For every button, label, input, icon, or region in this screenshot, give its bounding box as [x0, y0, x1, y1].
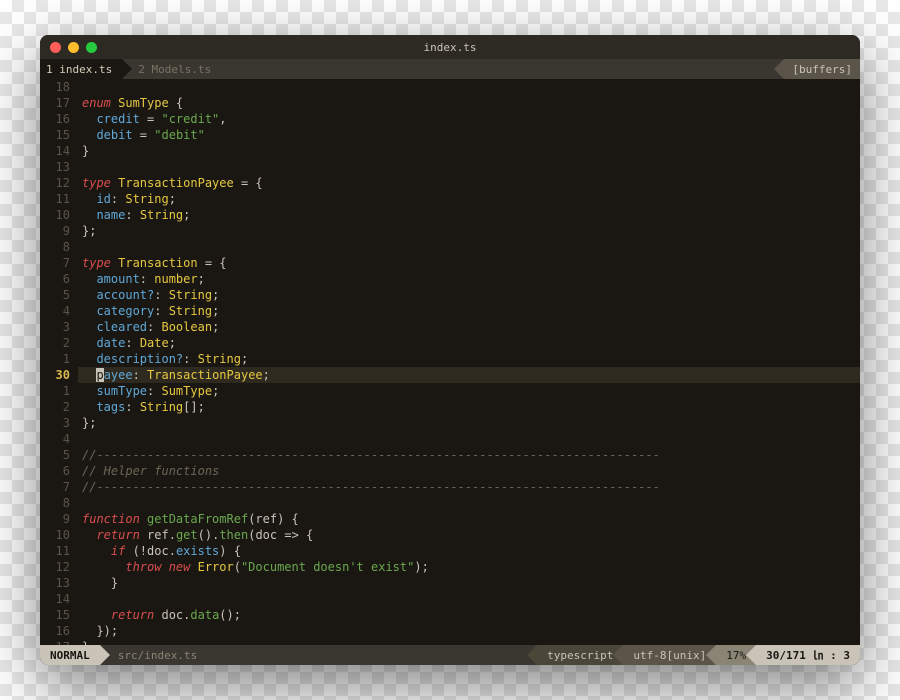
tab-bar: 1 index.ts 2 Models.ts [buffers]: [40, 59, 860, 79]
cursor-position: 30/171 ㏑ : 3: [756, 645, 860, 665]
tab-inactive[interactable]: 2 Models.ts: [122, 59, 221, 79]
tab-num: 2: [138, 63, 145, 76]
titlebar[interactable]: index.ts: [40, 35, 860, 59]
tab-active[interactable]: 1 index.ts: [40, 59, 122, 79]
buffers-badge[interactable]: [buffers]: [784, 59, 860, 79]
status-line: NORMAL src/index.ts typescript utf-8[uni…: [40, 645, 860, 665]
editor-area[interactable]: 1817161514131211109876543213012345678910…: [40, 79, 860, 645]
file-path: src/index.ts: [100, 649, 197, 662]
tab-label: Models.ts: [151, 63, 211, 76]
line-gutter: 1817161514131211109876543213012345678910…: [40, 79, 78, 645]
tab-label: index.ts: [59, 63, 112, 76]
window-title: index.ts: [40, 41, 860, 54]
vim-mode: NORMAL: [40, 645, 100, 665]
tab-num: 1: [46, 63, 53, 76]
filetype: typescript: [537, 645, 623, 665]
encoding: utf-8[unix]: [623, 645, 716, 665]
code-content[interactable]: enum SumType { credit = "credit", debit …: [78, 79, 860, 645]
editor-window: index.ts 1 index.ts 2 Models.ts [buffers…: [40, 35, 860, 665]
status-right: typescript utf-8[unix] 17% 30/171 ㏑ : 3: [537, 645, 860, 665]
